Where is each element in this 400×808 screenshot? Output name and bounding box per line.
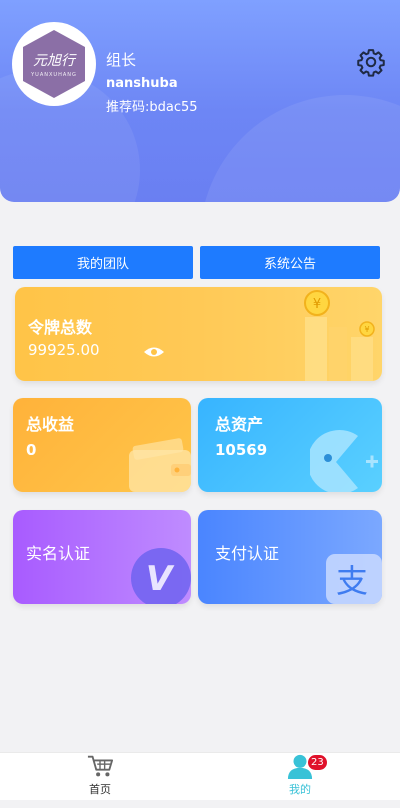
- coin-stack-icon: ¥ ¥: [304, 290, 375, 381]
- total-assets-title: 总资产: [215, 415, 264, 434]
- payment-verify-title: 支付认证: [215, 544, 280, 563]
- notification-badge: 23: [308, 755, 327, 770]
- svg-text:V: V: [146, 559, 175, 599]
- pacman-icon: [310, 430, 378, 492]
- system-notice-button[interactable]: 系统公告: [200, 246, 380, 279]
- tab-home-label: 首页: [89, 783, 111, 796]
- token-total-card[interactable]: ¥ ¥ 令牌总数 99925.00: [15, 287, 382, 381]
- tab-mine[interactable]: 我的 23: [200, 753, 400, 801]
- avatar-logo-text: 元旭行: [33, 53, 75, 69]
- my-team-button[interactable]: 我的团队: [13, 246, 193, 279]
- bottom-tab-bar: 首页 我的 23: [0, 752, 400, 800]
- header-decoration: [200, 95, 400, 202]
- total-income-value: 0: [26, 441, 37, 459]
- realname-verify-title: 实名认证: [26, 544, 91, 563]
- gear-icon[interactable]: [356, 47, 386, 77]
- realname-verify-card[interactable]: 实名认证 V: [13, 510, 191, 604]
- wallet-icon: [129, 438, 191, 492]
- referral-code: 推荐码:bdac55: [106, 96, 198, 115]
- avatar-logo-subtext: YUANXUHANG: [31, 72, 77, 78]
- total-income-title: 总收益: [26, 415, 75, 434]
- svg-text:支: 支: [336, 562, 368, 600]
- referral-code-value: bdac55: [149, 100, 198, 115]
- total-income-card[interactable]: 总收益 0: [13, 398, 191, 492]
- avatar[interactable]: 元旭行 YUANXUHANG: [12, 22, 96, 106]
- svg-text:¥: ¥: [313, 297, 321, 312]
- referral-code-label: 推荐码:: [106, 100, 150, 115]
- user-role: 组长: [106, 51, 137, 69]
- total-assets-card[interactable]: 总资产 10569: [198, 398, 382, 492]
- avatar-logo: 元旭行 YUANXUHANG: [23, 30, 85, 98]
- profile-header: 元旭行 YUANXUHANG 组长 nanshuba 推荐码:bdac55: [0, 0, 400, 202]
- alipay-icon: 支: [326, 554, 382, 604]
- eye-icon[interactable]: [143, 345, 165, 359]
- token-total-value: 99925.00: [28, 341, 100, 359]
- tab-home[interactable]: 首页: [0, 753, 200, 801]
- username: nanshuba: [106, 76, 178, 91]
- payment-verify-card[interactable]: 支付认证 支: [198, 510, 382, 604]
- v-icon: V: [131, 548, 191, 604]
- total-assets-value: 10569: [215, 441, 268, 459]
- token-total-title: 令牌总数: [28, 318, 93, 337]
- svg-text:¥: ¥: [364, 325, 369, 334]
- cart-icon: [87, 755, 113, 777]
- tab-mine-label: 我的: [289, 783, 311, 796]
